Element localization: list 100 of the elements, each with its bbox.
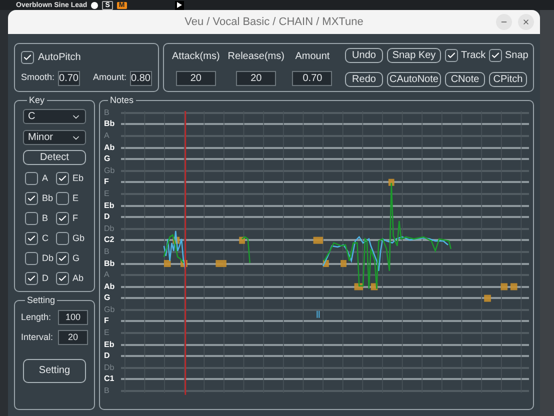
checkbox-label: Gb <box>72 232 85 245</box>
check-icon <box>491 51 500 60</box>
note-label: B <box>104 108 110 117</box>
note-label: Eb <box>104 340 116 349</box>
note-blocks[interactable] <box>164 178 518 302</box>
checkbox-label: F <box>72 212 78 225</box>
note-label: Bb <box>104 120 116 128</box>
input-field[interactable]: 20 <box>58 330 88 345</box>
checkbox-label: Snap <box>505 49 528 63</box>
checkbox[interactable] <box>56 192 68 205</box>
input-field[interactable]: 100 <box>58 310 88 325</box>
note-label: B <box>104 387 110 396</box>
checkbox[interactable] <box>56 232 68 245</box>
checkbox[interactable] <box>56 212 68 225</box>
button[interactable]: Redo <box>345 72 383 87</box>
input-field[interactable]: 0.70 <box>58 70 80 86</box>
checkbox[interactable] <box>25 272 38 285</box>
corrected-pitch-curve <box>163 234 184 264</box>
button[interactable]: CAutoNote <box>387 72 441 87</box>
panel-title: Setting <box>26 296 56 305</box>
record-icon[interactable] <box>91 2 98 8</box>
corrected-pitch-curve <box>242 236 250 263</box>
note-label: B <box>104 248 110 256</box>
checkbox[interactable] <box>56 172 68 185</box>
check-icon <box>58 214 66 223</box>
note-label: A <box>104 271 110 280</box>
checkbox-label: Db <box>42 252 54 265</box>
checkbox[interactable] <box>489 49 502 62</box>
field-label: Release(ms) <box>228 50 284 64</box>
button[interactable]: CPitch <box>489 72 527 87</box>
note-label: F <box>104 178 110 186</box>
button[interactable]: Setting <box>23 359 86 383</box>
note-label: E <box>104 329 110 338</box>
window-title: Veu / Vocal Basic / CHAIN / MXTune <box>184 14 364 30</box>
note-label: G <box>104 155 112 164</box>
note-label: Eb <box>104 202 116 210</box>
checkbox[interactable] <box>56 272 68 285</box>
checkbox[interactable] <box>25 192 38 205</box>
checkbox-label: Track <box>461 49 486 63</box>
checkbox-label: G <box>72 252 80 265</box>
checkbox-label: Eb <box>72 172 84 185</box>
checkbox[interactable] <box>445 49 458 62</box>
note-label: D <box>104 352 111 360</box>
checkbox[interactable] <box>25 172 38 185</box>
checkbox-label: AutoPitch <box>38 50 81 64</box>
close-icon <box>522 18 530 26</box>
checkbox-label: C <box>42 232 48 245</box>
button[interactable]: Snap Key <box>387 48 441 63</box>
checkbox-label: Bb <box>42 192 54 205</box>
field-label: Attack(ms) <box>172 50 220 64</box>
checkbox[interactable] <box>25 232 38 245</box>
button[interactable]: Undo <box>345 48 383 63</box>
note-label: Ab <box>104 144 116 152</box>
note-label: Ab <box>104 282 116 291</box>
input-field[interactable]: 0.70 <box>292 71 332 86</box>
note-label: Gb <box>104 306 116 314</box>
input-field[interactable]: 20 <box>176 71 216 86</box>
check-icon <box>58 254 66 263</box>
note-label: C2 <box>104 236 116 244</box>
checkbox-label: A <box>42 172 48 185</box>
note-label: F <box>104 317 110 326</box>
field-label: Interval: <box>21 330 54 344</box>
field-label: Smooth: <box>21 71 55 84</box>
note-label: G <box>104 294 112 302</box>
field-label: Length: <box>21 310 52 324</box>
field-label: Amount: <box>93 71 127 84</box>
checkbox[interactable] <box>21 50 34 64</box>
checkbox-label: E <box>72 192 79 205</box>
button[interactable]: CNote <box>445 72 485 87</box>
panel-title: Key <box>28 96 46 105</box>
checkbox[interactable] <box>25 252 38 265</box>
checkbox[interactable] <box>56 252 68 265</box>
check-icon <box>447 51 456 60</box>
check-icon <box>58 174 66 183</box>
checkbox-label: D <box>42 272 48 285</box>
note-label: E <box>104 190 110 198</box>
checkbox[interactable] <box>25 212 38 225</box>
input-field[interactable]: 0.80 <box>130 70 152 86</box>
note-label: D <box>104 213 111 222</box>
note-label: C1 <box>104 375 116 384</box>
dropdown[interactable]: Minor <box>23 130 86 145</box>
checkbox-label: B <box>42 212 48 225</box>
checkbox-label: Ab <box>72 272 84 285</box>
note-label: Bb <box>104 260 116 268</box>
panel-title: Notes <box>109 96 135 105</box>
check-icon <box>27 194 36 203</box>
check-icon <box>27 274 36 283</box>
check-icon <box>27 234 36 243</box>
dropdown[interactable]: C <box>23 109 86 124</box>
check-icon <box>23 52 32 62</box>
note-label: A <box>104 132 110 140</box>
pitch-curve <box>316 310 320 318</box>
button[interactable]: Detect <box>23 150 86 165</box>
note-label: Db <box>104 364 116 372</box>
field-label: Amount <box>295 50 330 64</box>
note-label: Gb <box>104 166 116 175</box>
input-field[interactable]: 20 <box>236 71 276 86</box>
check-icon <box>58 274 66 283</box>
pitch-curve <box>163 230 186 270</box>
note-label: Db <box>104 224 116 233</box>
